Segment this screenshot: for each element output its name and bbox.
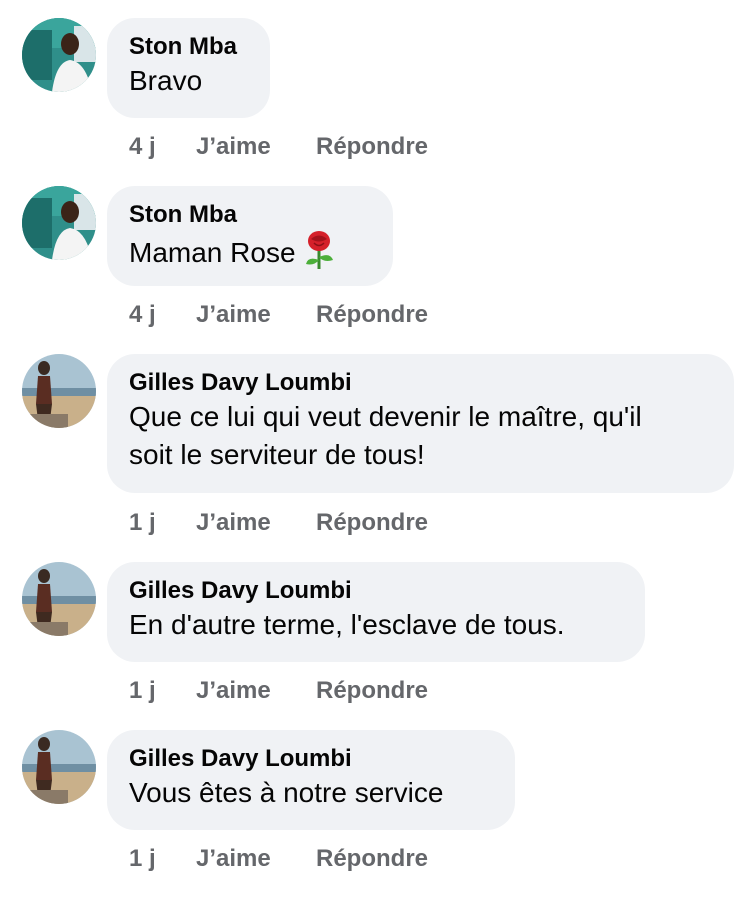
avatar[interactable] xyxy=(22,354,96,428)
comment-author[interactable]: Gilles Davy Loumbi xyxy=(129,744,493,774)
comment-time[interactable]: 1 j xyxy=(129,508,156,538)
avatar-image xyxy=(22,730,96,804)
comment-bubble: Gilles Davy Loumbi Vous êtes à notre ser… xyxy=(107,730,515,830)
comment-author[interactable]: Ston Mba xyxy=(129,32,248,62)
reply-button[interactable]: Répondre xyxy=(316,844,428,874)
comment-author[interactable]: Gilles Davy Loumbi xyxy=(129,368,712,398)
comment-time[interactable]: 1 j xyxy=(129,844,156,874)
comment-bubble: Ston Mba Maman Rose xyxy=(107,186,393,286)
comment-text: Vous êtes à notre service xyxy=(129,777,444,808)
comment-bubble: Gilles Davy Loumbi En d'autre terme, l'e… xyxy=(107,562,645,662)
reply-button[interactable]: Répondre xyxy=(316,508,428,538)
avatar[interactable] xyxy=(22,18,96,92)
like-button[interactable]: J’aime xyxy=(196,132,271,162)
comment-text-content: Maman Rose xyxy=(129,237,296,268)
comment-bubble: Gilles Davy Loumbi Que ce lui qui veut d… xyxy=(107,354,734,493)
avatar-image xyxy=(22,354,96,428)
comment-text: En d'autre terme, l'esclave de tous. xyxy=(129,609,565,640)
comment-text-line: Que ce lui qui veut devenir le maître, q… xyxy=(129,401,642,432)
comment-author[interactable]: Gilles Davy Loumbi xyxy=(129,576,623,606)
reply-button[interactable]: Répondre xyxy=(316,676,428,706)
comment-time[interactable]: 4 j xyxy=(129,300,156,330)
comment-bubble: Ston Mba Bravo xyxy=(107,18,270,118)
reply-button[interactable]: Répondre xyxy=(316,300,428,330)
comment-author[interactable]: Ston Mba xyxy=(129,200,371,230)
avatar-image xyxy=(22,18,96,92)
avatar[interactable] xyxy=(22,186,96,260)
avatar[interactable] xyxy=(22,730,96,804)
avatar-image xyxy=(22,562,96,636)
like-button[interactable]: J’aime xyxy=(196,844,271,874)
comment-text: Bravo xyxy=(129,65,203,96)
avatar[interactable] xyxy=(22,562,96,636)
like-button[interactable]: J’aime xyxy=(196,676,271,706)
comment-text: Que ce lui qui veut devenir le maître, q… xyxy=(129,398,712,474)
comment-time[interactable]: 1 j xyxy=(129,676,156,706)
reply-button[interactable]: Répondre xyxy=(316,132,428,162)
comment-time[interactable]: 4 j xyxy=(129,132,156,162)
comment-text-line: soit le serviteur de tous! xyxy=(129,439,425,470)
like-button[interactable]: J’aime xyxy=(196,508,271,538)
avatar-image xyxy=(22,186,96,260)
like-button[interactable]: J’aime xyxy=(196,300,271,330)
rose-icon xyxy=(302,230,336,280)
comment-text: Maman Rose xyxy=(129,230,371,280)
